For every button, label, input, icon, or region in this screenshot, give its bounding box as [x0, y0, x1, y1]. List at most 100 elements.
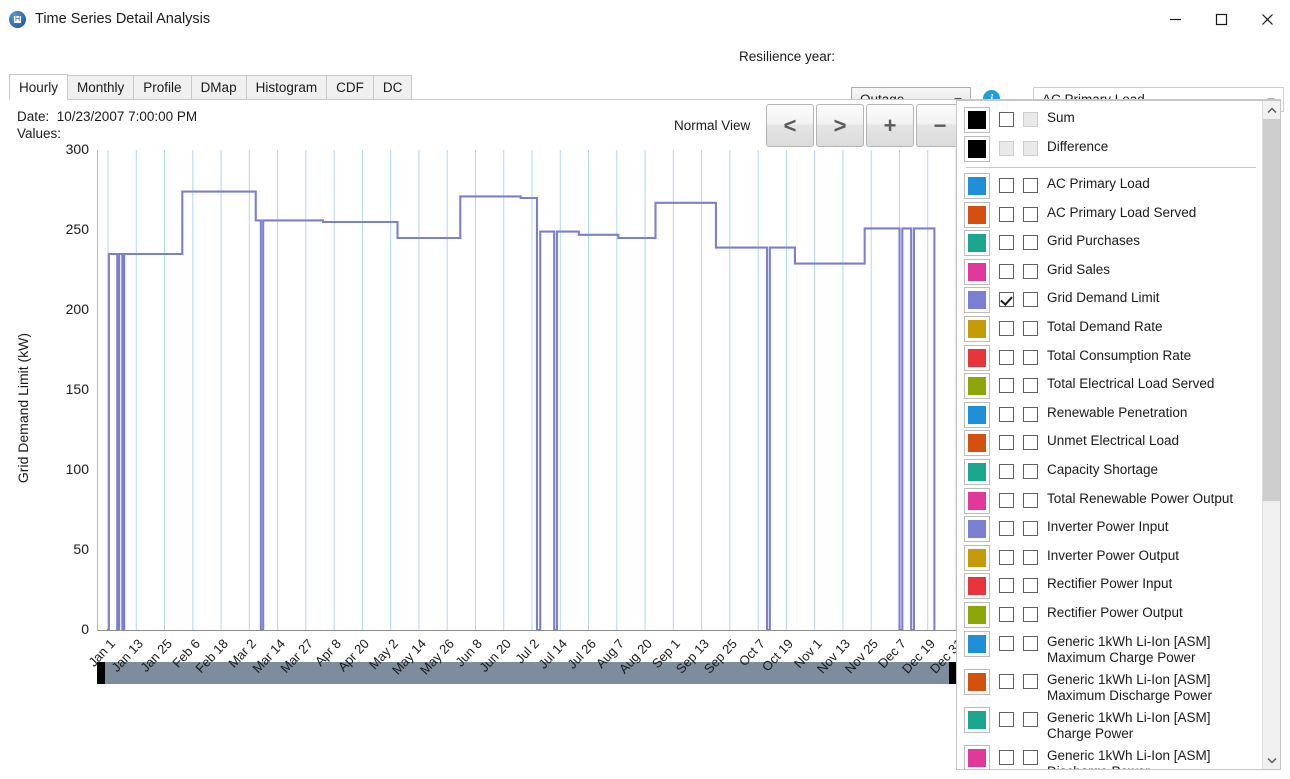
x-axis-ticks: Jan 1Jan 13Jan 25Feb 6Feb 18Mar 2Mar 14M… [97, 636, 967, 756]
legend-visibility-checkbox[interactable] [999, 521, 1014, 536]
legend-visibility-checkbox[interactable] [999, 636, 1014, 651]
legend-visibility-checkbox[interactable] [999, 207, 1014, 222]
header-controls: Resilience year: Outage i AC Primary Loa… [0, 42, 1290, 74]
legend-visibility-checkbox[interactable] [999, 550, 1014, 565]
app-icon: H [9, 11, 26, 28]
legend-label: Total Electrical Load Served [1047, 372, 1214, 393]
swatch-fill [968, 377, 986, 395]
legend-secondary-checkbox[interactable] [1023, 235, 1038, 250]
chevron-up-icon[interactable] [1263, 101, 1281, 119]
tab-monthly[interactable]: Monthly [67, 75, 134, 100]
legend-row[interactable]: Total Demand Rate [964, 314, 1257, 343]
legend-visibility-checkbox[interactable] [999, 407, 1014, 422]
scroll-thumb-vertical[interactable] [1263, 119, 1281, 501]
tab-dc[interactable]: DC [373, 75, 413, 100]
legend-visibility-checkbox[interactable] [999, 435, 1014, 450]
swatch-fill [968, 177, 986, 195]
legend-row[interactable]: AC Primary Load [964, 171, 1257, 200]
chevron-down-icon[interactable] [1263, 751, 1281, 769]
legend-secondary-checkbox[interactable] [1023, 292, 1038, 307]
legend-secondary-checkbox[interactable] [1023, 435, 1038, 450]
legend-secondary-checkbox [1023, 141, 1038, 156]
legend-secondary-checkbox[interactable] [1023, 378, 1038, 393]
x-tick-label: Oct 19 [759, 636, 796, 674]
close-button[interactable] [1244, 0, 1290, 38]
legend-secondary-checkbox[interactable] [1023, 750, 1038, 765]
legend-row[interactable]: Grid Purchases [964, 228, 1257, 257]
zoom-in-button[interactable]: + [866, 104, 914, 147]
legend-visibility-checkbox[interactable] [999, 464, 1014, 479]
legend-row[interactable]: Total Renewable Power Output [964, 486, 1257, 515]
minimize-button[interactable] [1152, 0, 1198, 38]
legend-visibility-checkbox[interactable] [999, 712, 1014, 727]
legend-secondary-checkbox[interactable] [1023, 264, 1038, 279]
legend-row[interactable]: Total Electrical Load Served [964, 371, 1257, 400]
legend-visibility-checkbox[interactable] [999, 674, 1014, 689]
legend-row[interactable]: Generic 1kWh Li-Ion [ASM] Charge Power [964, 705, 1257, 743]
previous-button[interactable]: < [766, 104, 814, 147]
swatch-fill [968, 206, 986, 224]
y-tick-label: 300 [45, 141, 89, 157]
legend-row[interactable]: Rectifier Power Input [964, 571, 1257, 600]
legend-visibility-checkbox[interactable] [999, 321, 1014, 336]
legend-secondary-checkbox[interactable] [1023, 407, 1038, 422]
y-tick-label: 0 [45, 621, 89, 637]
legend-secondary-checkbox[interactable] [1023, 636, 1038, 651]
legend-row[interactable]: Rectifier Power Output [964, 600, 1257, 629]
legend-visibility-checkbox[interactable] [999, 350, 1014, 365]
legend-row[interactable]: Total Consumption Rate [964, 343, 1257, 372]
legend-visibility-checkbox[interactable] [999, 578, 1014, 593]
legend-color-swatch [964, 459, 990, 485]
legend-row[interactable]: Grid Sales [964, 257, 1257, 286]
legend-row[interactable]: Generic 1kWh Li-Ion [ASM] Maximum Discha… [964, 667, 1257, 705]
y-tick-label: 50 [45, 541, 89, 557]
legend-visibility-checkbox[interactable] [999, 235, 1014, 250]
legend-visibility-checkbox [999, 141, 1014, 156]
legend-visibility-checkbox[interactable] [999, 264, 1014, 279]
legend-secondary-checkbox[interactable] [1023, 550, 1038, 565]
legend-row[interactable]: Generic 1kWh Li-Ion [ASM] Discharge Powe… [964, 743, 1257, 771]
tab-hourly[interactable]: Hourly [9, 74, 68, 100]
tab-cdf[interactable]: CDF [326, 75, 374, 100]
maximize-button[interactable] [1198, 0, 1244, 38]
legend-visibility-checkbox[interactable] [999, 178, 1014, 193]
legend-secondary-checkbox[interactable] [1023, 578, 1038, 593]
swatch-fill [968, 234, 986, 252]
legend-row[interactable]: Grid Demand Limit [964, 285, 1257, 314]
legend-row[interactable]: AC Primary Load Served [964, 200, 1257, 229]
x-tick-label: Jul 14 [536, 636, 571, 672]
legend-vertical-scrollbar[interactable] [1262, 101, 1280, 769]
legend-secondary-checkbox[interactable] [1023, 521, 1038, 536]
legend-row[interactable]: Renewable Penetration [964, 400, 1257, 429]
legend-row[interactable]: Capacity Shortage [964, 457, 1257, 486]
legend-visibility-checkbox[interactable] [999, 750, 1014, 765]
legend-secondary-checkbox[interactable] [1023, 178, 1038, 193]
legend-row[interactable]: Unmet Electrical Load [964, 428, 1257, 457]
legend-visibility-checkbox[interactable] [999, 607, 1014, 622]
legend-row[interactable]: Inverter Power Output [964, 543, 1257, 572]
legend-visibility-checkbox[interactable] [999, 378, 1014, 393]
legend-secondary-checkbox[interactable] [1023, 493, 1038, 508]
legend-secondary-checkbox[interactable] [1023, 712, 1038, 727]
legend-secondary-checkbox[interactable] [1023, 350, 1038, 365]
legend-label: Renewable Penetration [1047, 401, 1187, 422]
legend-secondary-checkbox[interactable] [1023, 207, 1038, 222]
legend-secondary-checkbox[interactable] [1023, 607, 1038, 622]
legend-color-swatch [964, 745, 990, 771]
tab-histogram[interactable]: Histogram [246, 75, 328, 100]
next-button[interactable]: > [816, 104, 864, 147]
legend-secondary-checkbox[interactable] [1023, 321, 1038, 336]
legend-row[interactable]: Sum [964, 105, 1257, 134]
legend-secondary-checkbox[interactable] [1023, 674, 1038, 689]
legend-visibility-checkbox[interactable] [999, 493, 1014, 508]
legend-row[interactable]: Difference [964, 134, 1257, 163]
legend-visibility-checkbox[interactable] [999, 112, 1014, 127]
legend-secondary-checkbox[interactable] [1023, 464, 1038, 479]
tab-dmap[interactable]: DMap [191, 75, 247, 100]
legend-visibility-checkbox[interactable] [999, 292, 1014, 307]
legend-row[interactable]: Generic 1kWh Li-Ion [ASM] Maximum Charge… [964, 629, 1257, 667]
legend-row[interactable]: Inverter Power Input [964, 514, 1257, 543]
tab-profile[interactable]: Profile [133, 75, 191, 100]
plot-area[interactable] [97, 150, 957, 630]
legend-color-swatch [964, 136, 990, 162]
